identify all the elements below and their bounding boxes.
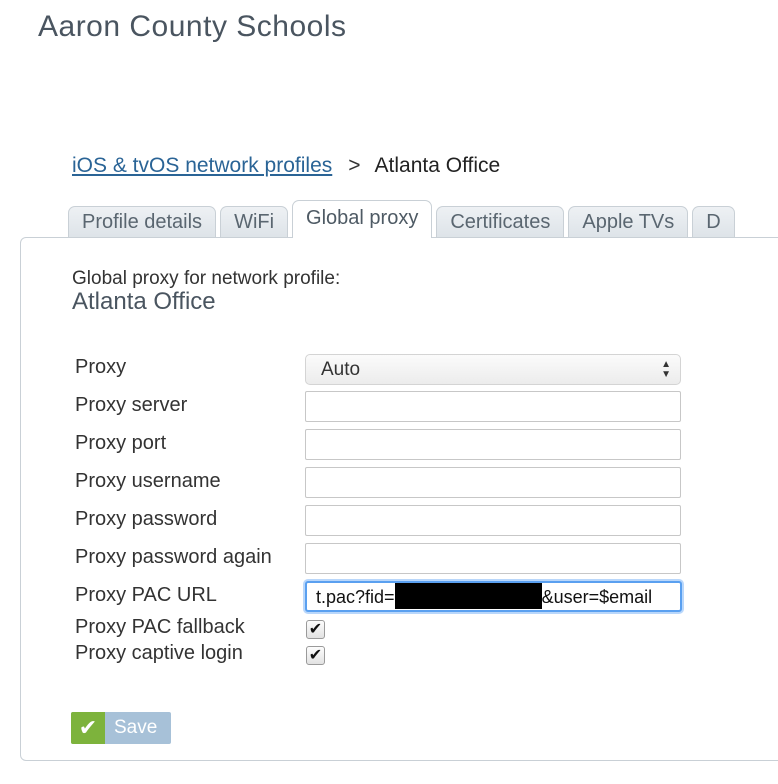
pac-url-prefix: t.pac?fid= — [316, 587, 395, 607]
proxy-server-label: Proxy server — [75, 394, 188, 416]
tab-global-proxy[interactable]: Global proxy — [292, 200, 433, 238]
tab-profile-details[interactable]: Profile details — [68, 206, 217, 238]
redaction-bar — [394, 583, 542, 609]
proxy-password-label: Proxy password — [75, 508, 218, 530]
captive-login-checkbox[interactable]: ✔ — [306, 646, 325, 665]
proxy-username-input[interactable] — [305, 467, 681, 498]
proxy-port-input[interactable] — [305, 429, 681, 460]
check-icon: ✔ — [71, 712, 105, 744]
breadcrumb: iOS & tvOS network profiles > Atlanta Offi… — [72, 154, 500, 178]
breadcrumb-current: Atlanta Office — [374, 154, 501, 177]
check-icon: ✔ — [308, 621, 323, 638]
pac-fallback-label: Proxy PAC fallback — [75, 616, 245, 638]
check-icon: ✔ — [308, 647, 323, 664]
profile-name: Atlanta Office — [72, 288, 216, 315]
proxy-port-label: Proxy port — [75, 432, 167, 454]
save-button-label: Save — [114, 717, 158, 738]
proxy-label: Proxy — [75, 356, 127, 378]
tab-overflow[interactable]: D — [692, 206, 735, 238]
tab-certificates[interactable]: Certificates — [436, 206, 565, 238]
proxy-username-label: Proxy username — [75, 470, 221, 492]
save-button[interactable]: ✔ Save — [71, 712, 171, 744]
panel-heading: Global proxy for network profile: — [72, 268, 341, 289]
proxy-select-value: Auto — [321, 359, 361, 380]
proxy-password-again-input[interactable] — [305, 543, 681, 574]
proxy-server-input[interactable] — [305, 391, 681, 422]
updown-arrows-icon: ▲ ▼ — [661, 359, 671, 380]
pac-url-input[interactable]: t.pac?fid= &user=$email — [305, 581, 682, 612]
pac-fallback-checkbox[interactable]: ✔ — [306, 620, 325, 639]
pac-url-label: Proxy PAC URL — [75, 584, 217, 606]
tab-bar: Profile details WiFi Global proxy Certif… — [68, 200, 739, 238]
captive-login-label: Proxy captive login — [75, 642, 243, 664]
proxy-password-again-label: Proxy password again — [75, 546, 272, 568]
proxy-select[interactable]: Auto ▲ ▼ — [305, 354, 681, 385]
pac-url-suffix: &user=$email — [541, 587, 653, 607]
proxy-password-input[interactable] — [305, 505, 681, 536]
tab-apple-tvs[interactable]: Apple TVs — [568, 206, 689, 238]
breadcrumb-separator: > — [348, 154, 361, 177]
tab-wifi[interactable]: WiFi — [220, 206, 289, 238]
breadcrumb-link-network-profiles[interactable]: iOS & tvOS network profiles — [72, 154, 332, 177]
org-title: Aaron County Schools — [38, 10, 347, 43]
